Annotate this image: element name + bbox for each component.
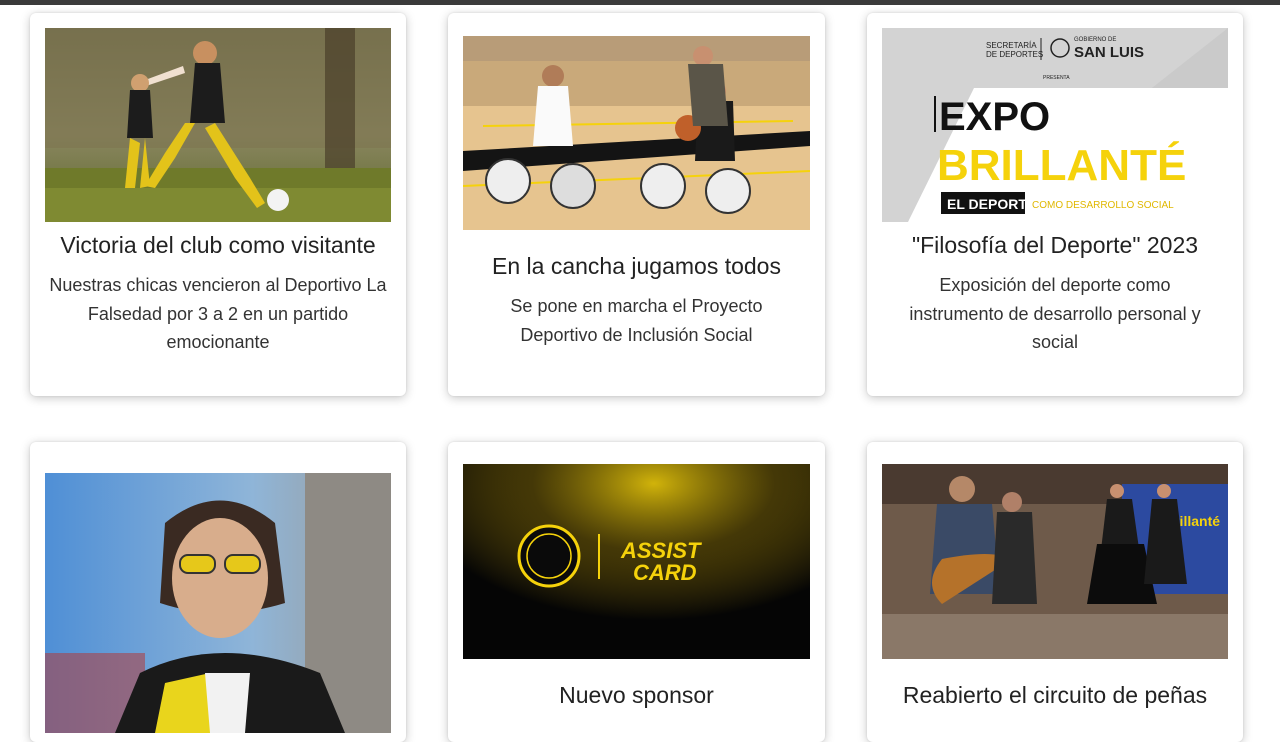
poster-brillante: BRILLANTÉ bbox=[937, 140, 1186, 190]
woman-sunglasses-photo[interactable] bbox=[45, 473, 391, 733]
card-description: Exposición del deporte como instrumento … bbox=[909, 275, 1201, 352]
poster-presenta: PRESENTA bbox=[1043, 75, 1070, 81]
expo-brillante-poster[interactable]: SECRETARÍA DE DEPORTES GOBIERNO DE SAN L… bbox=[882, 28, 1228, 222]
poster-secretaria: SECRETARÍA bbox=[986, 41, 1037, 50]
card-title[interactable]: Nuevo sponsor bbox=[448, 681, 825, 709]
card-title[interactable]: Victoria del club como visitante bbox=[30, 231, 406, 259]
card-description: Nuestras chicas vencieron al Deportivo L… bbox=[49, 275, 387, 352]
poster-como-desarrollo: COMO DESARROLLO SOCIAL bbox=[1032, 200, 1174, 211]
card-title[interactable]: "Filosofía del Deporte" 2023 bbox=[867, 231, 1243, 259]
poster-de-deportes: DE DEPORTES bbox=[986, 50, 1043, 59]
top-bar bbox=[0, 0, 1280, 5]
card-title[interactable]: En la cancha jugamos todos bbox=[448, 252, 825, 280]
banner-card: CARD bbox=[633, 560, 697, 585]
news-card-penas[interactable]: Brillanté Reabierto el circuito de peñas bbox=[867, 442, 1243, 742]
card-title[interactable]: Reabierto el circuito de peñas bbox=[867, 681, 1243, 709]
poster-el-deporte: EL DEPORTE bbox=[947, 196, 1036, 212]
wheelchair-basketball-photo[interactable] bbox=[463, 36, 810, 230]
poster-san-luis: SAN LUIS bbox=[1074, 44, 1144, 61]
girls-soccer-photo[interactable] bbox=[45, 28, 391, 222]
pena-folk-music-photo[interactable]: Brillanté bbox=[882, 464, 1228, 659]
assist-card-sponsor-banner[interactable]: ASSIST CARD bbox=[463, 464, 810, 659]
news-card-club-victory[interactable]: Victoria del club como visitante Nuestra… bbox=[30, 13, 406, 396]
card-description: Se pone en marcha el Proyecto Deportivo … bbox=[510, 296, 763, 345]
news-card-sponsor[interactable]: ASSIST CARD Nuevo sponsor bbox=[448, 442, 825, 742]
poster-expo: EXPO bbox=[939, 95, 1050, 139]
news-card-expo[interactable]: SECRETARÍA DE DEPORTES GOBIERNO DE SAN L… bbox=[867, 13, 1243, 396]
news-card-fashion[interactable] bbox=[30, 442, 406, 742]
poster-gobierno-de: GOBIERNO DE bbox=[1074, 37, 1116, 43]
news-card-inclusion[interactable]: En la cancha jugamos todos Se pone en ma… bbox=[448, 13, 825, 396]
